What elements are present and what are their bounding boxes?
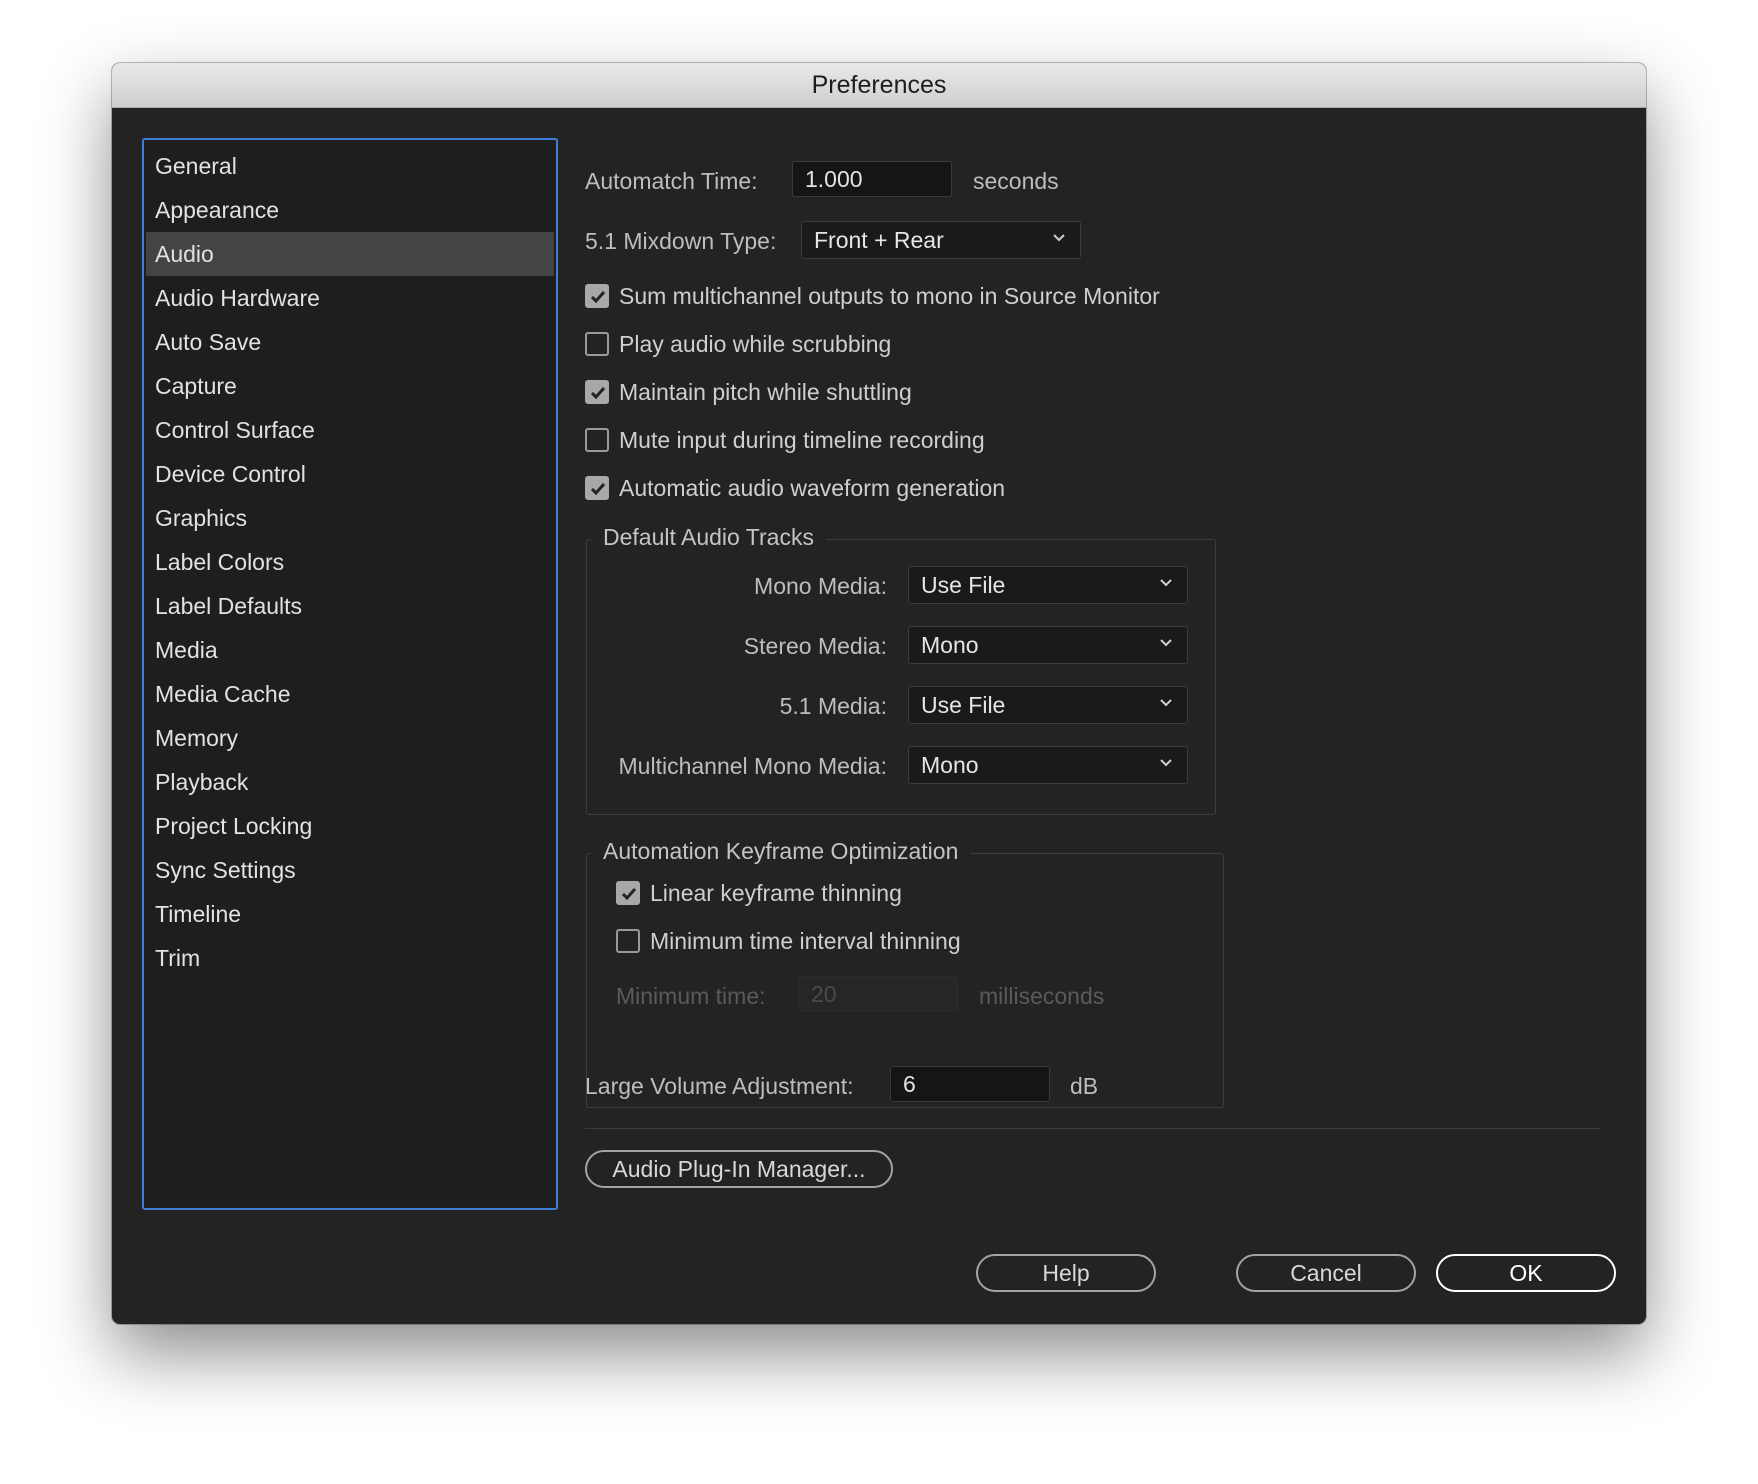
help-button[interactable]: Help [976, 1254, 1156, 1292]
checkmark-icon [621, 888, 637, 901]
cancel-button[interactable]: Cancel [1236, 1254, 1416, 1292]
linear-keyframe-label: Linear keyframe thinning [650, 880, 902, 906]
sidebar-item-project-locking[interactable]: Project Locking [146, 804, 554, 848]
multichannel-mono-media-value: Mono [921, 752, 979, 778]
mono-media-select[interactable]: Use File [908, 566, 1188, 604]
play-audio-scrubbing-label: Play audio while scrubbing [619, 331, 892, 357]
sidebar-item-general[interactable]: General [146, 144, 554, 188]
checkbox-checked[interactable] [585, 476, 609, 500]
large-volume-unit: dB [1070, 1073, 1099, 1099]
auto-waveform-label: Automatic audio waveform generation [619, 475, 1006, 501]
checkbox-unchecked[interactable] [616, 929, 640, 953]
sidebar-item-appearance[interactable]: Appearance [146, 188, 554, 232]
mono-media-value: Use File [921, 572, 1006, 598]
sidebar-item-device-control[interactable]: Device Control [146, 452, 554, 496]
five-one-media-label: 5.1 Media: [779, 693, 887, 719]
mute-input-label: Mute input during timeline recording [619, 427, 985, 453]
mono-media-label: Mono Media: [754, 573, 887, 599]
checkbox-checked[interactable] [585, 284, 609, 308]
chevron-down-icon [1053, 234, 1065, 242]
sidebar-item-capture[interactable]: Capture [146, 364, 554, 408]
automatch-time-unit: seconds [973, 168, 1059, 194]
stereo-media-label: Stereo Media: [743, 633, 887, 659]
sidebar-item-auto-save[interactable]: Auto Save [146, 320, 554, 364]
chevron-down-icon [1160, 759, 1172, 767]
sidebar-item-audio[interactable]: Audio [146, 232, 554, 276]
maintain-pitch-label: Maintain pitch while shuttling [619, 379, 912, 405]
large-volume-label: Large Volume Adjustment: [585, 1073, 854, 1099]
ok-button[interactable]: OK [1436, 1254, 1616, 1292]
checkmark-icon [590, 483, 606, 496]
sidebar-item-label-colors[interactable]: Label Colors [146, 540, 554, 584]
checkbox-checked[interactable] [616, 881, 640, 905]
checkmark-icon [590, 387, 606, 400]
five-one-media-value: Use File [921, 692, 1006, 718]
sidebar-item-media-cache[interactable]: Media Cache [146, 672, 554, 716]
chevron-down-icon [1160, 579, 1172, 587]
preferences-sidebar: General Appearance Audio Audio Hardware … [142, 138, 558, 1210]
checkbox-checked[interactable] [585, 380, 609, 404]
multichannel-mono-media-select[interactable]: Mono [908, 746, 1188, 784]
sidebar-item-media[interactable]: Media [146, 628, 554, 672]
sidebar-item-label-defaults[interactable]: Label Defaults [146, 584, 554, 628]
checkbox-unchecked[interactable] [585, 332, 609, 356]
automatch-time-label: Automatch Time: [585, 168, 758, 194]
automatch-time-input[interactable]: 1.000 [792, 161, 952, 197]
sidebar-item-sync-settings[interactable]: Sync Settings [146, 848, 554, 892]
sidebar-item-timeline[interactable]: Timeline [146, 892, 554, 936]
mixdown-type-select[interactable]: Front + Rear [801, 221, 1081, 259]
sidebar-item-graphics[interactable]: Graphics [146, 496, 554, 540]
mixdown-type-value: Front + Rear [814, 227, 944, 253]
stereo-media-value: Mono [921, 632, 979, 658]
chevron-down-icon [1160, 699, 1172, 707]
minimum-time-label: Minimum time: [616, 983, 766, 1009]
minimum-time-unit: milliseconds [979, 983, 1105, 1009]
checkbox-unchecked[interactable] [585, 428, 609, 452]
minimum-time-input[interactable]: 20 [798, 976, 958, 1012]
chevron-down-icon [1160, 639, 1172, 647]
large-volume-input[interactable]: 6 [890, 1066, 1050, 1102]
checkmark-icon [590, 291, 606, 304]
window-title: Preferences [112, 63, 1646, 108]
sidebar-item-control-surface[interactable]: Control Surface [146, 408, 554, 452]
min-interval-label: Minimum time interval thinning [650, 928, 961, 954]
mixdown-type-label: 5.1 Mixdown Type: [585, 228, 777, 254]
sidebar-item-memory[interactable]: Memory [146, 716, 554, 760]
sidebar-item-audio-hardware[interactable]: Audio Hardware [146, 276, 554, 320]
preferences-window: Preferences General Appearance Audio Aud… [112, 63, 1646, 1324]
audio-plugin-manager-button[interactable]: Audio Plug-In Manager... [585, 1150, 893, 1188]
five-one-media-select[interactable]: Use File [908, 686, 1188, 724]
sum-multichannel-label: Sum multichannel outputs to mono in Sour… [619, 283, 1160, 309]
multichannel-mono-media-label: Multichannel Mono Media: [618, 753, 887, 779]
stereo-media-select[interactable]: Mono [908, 626, 1188, 664]
default-audio-tracks-title: Default Audio Tracks [591, 522, 826, 552]
keyframe-optimization-title: Automation Keyframe Optimization [591, 836, 971, 866]
sidebar-item-trim[interactable]: Trim [146, 936, 554, 980]
sidebar-item-playback[interactable]: Playback [146, 760, 554, 804]
section-divider [585, 1128, 1601, 1129]
